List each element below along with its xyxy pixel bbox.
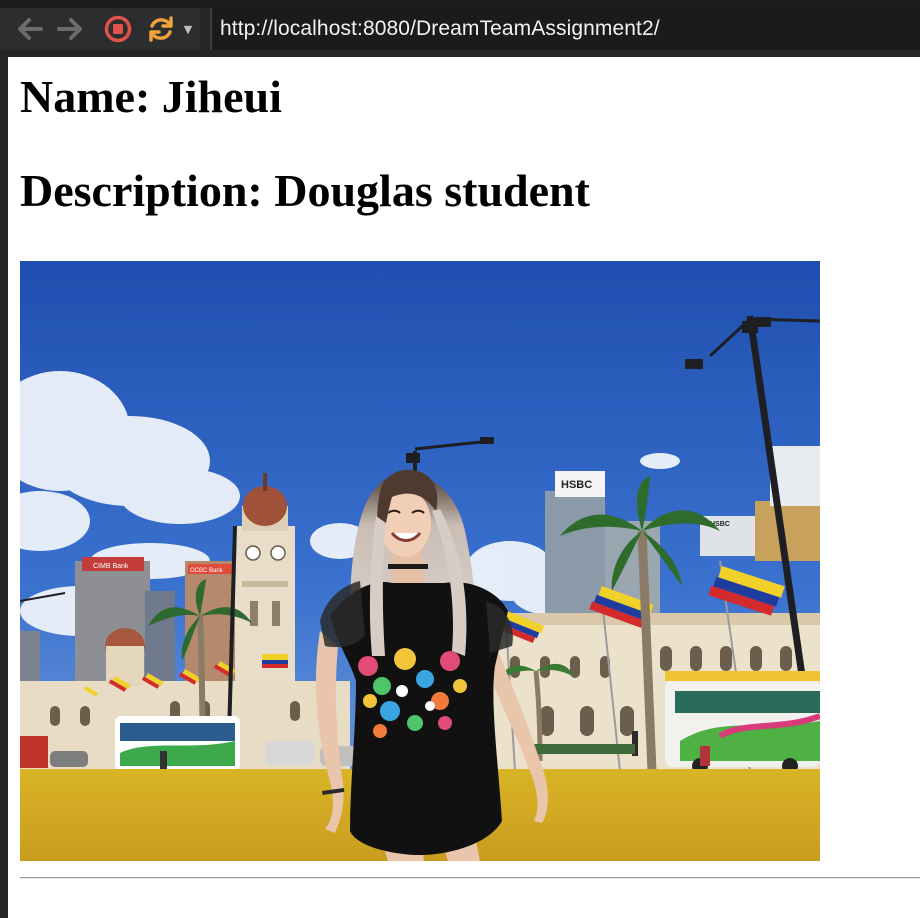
reload-menu-button[interactable]: ▼ xyxy=(180,16,196,42)
navigation-group: ▼ xyxy=(0,8,200,50)
reload-button[interactable] xyxy=(144,13,178,45)
chevron-down-icon: ▼ xyxy=(183,22,193,36)
profile-photo: CIMB Bank OCBC Bank HSBC HSBC xyxy=(20,261,820,861)
browser-toolbar: ▼ http://localhost:8080/DreamTeamAssignm… xyxy=(0,0,920,57)
photo-illustration: CIMB Bank OCBC Bank HSBC HSBC xyxy=(20,261,820,861)
page-viewport: Name: Jiheui Description: Douglas studen… xyxy=(0,57,920,918)
cimb-sign: CIMB Bank xyxy=(93,563,129,570)
back-button[interactable] xyxy=(12,13,46,45)
arrow-left-icon xyxy=(18,18,43,40)
page-description: Description: Douglas student xyxy=(20,165,590,216)
horizontal-rule xyxy=(20,877,920,879)
stop-icon xyxy=(104,15,132,43)
address-bar[interactable]: http://localhost:8080/DreamTeamAssignmen… xyxy=(210,8,920,50)
ocbc-sign: OCBC Bank xyxy=(190,568,224,574)
stop-button[interactable] xyxy=(102,13,134,45)
reload-icon xyxy=(149,16,173,42)
url-text: http://localhost:8080/DreamTeamAssignmen… xyxy=(220,17,660,40)
forward-button[interactable] xyxy=(54,13,88,45)
arrow-right-icon xyxy=(57,18,82,40)
page-title: Name: Jiheui xyxy=(20,71,282,122)
hsbc-tower-sign: HSBC xyxy=(561,479,592,491)
